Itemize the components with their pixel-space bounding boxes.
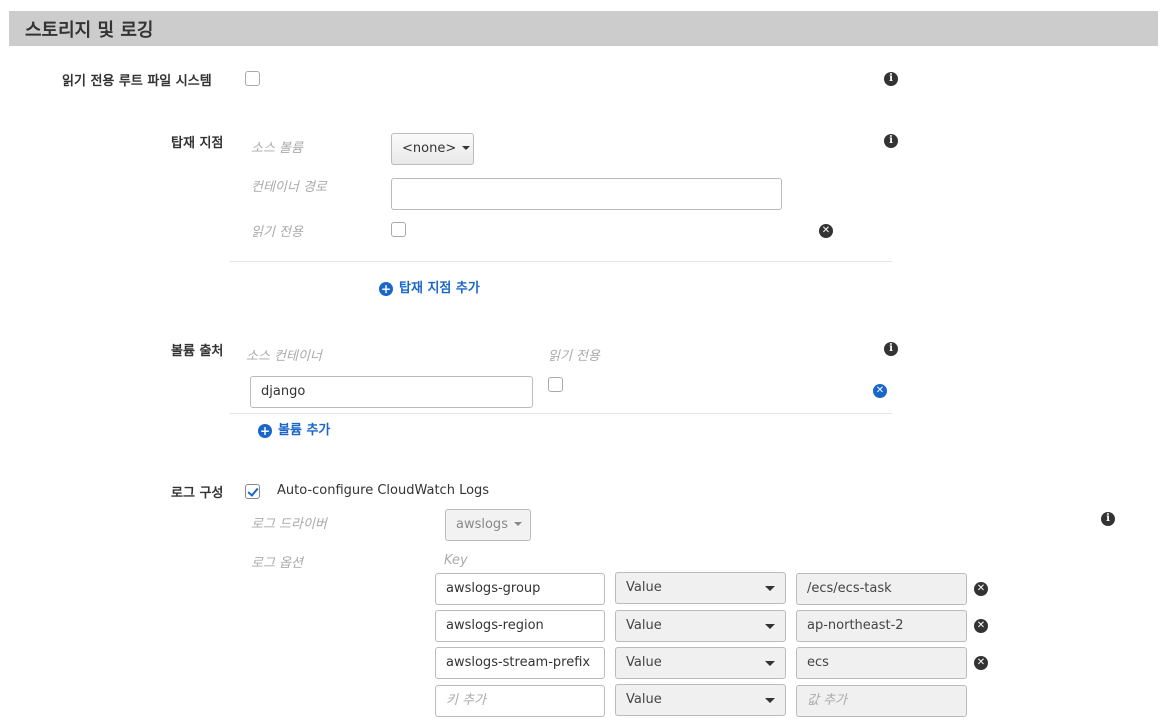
new-log-option-value-input[interactable]: 값 추가 (796, 685, 967, 717)
log-option-value-input[interactable]: ap-northeast-2 (796, 610, 967, 642)
add-icon: + (379, 282, 393, 296)
info-icon[interactable]: i (884, 342, 898, 356)
key-header: Key (444, 553, 468, 568)
caret-down-icon (462, 146, 471, 150)
volumes-read-only-checkbox[interactable] (548, 377, 563, 392)
info-icon[interactable]: i (884, 72, 898, 86)
add-volume-label: 볼륨 추가 (278, 423, 331, 438)
volumes-read-only-label: 읽기 전용 (548, 349, 600, 364)
add-mount-point-link[interactable]: + 탑재 지점 추가 (379, 277, 480, 296)
readonly-root-checkbox[interactable] (245, 71, 260, 86)
log-option-type-select[interactable]: Value (615, 610, 786, 642)
source-volume-label: 소스 볼륨 (251, 141, 303, 156)
mount-points-label: 탑재 지점 (171, 136, 224, 151)
log-option-type-value: Value (626, 618, 662, 633)
log-option-key-input[interactable]: awslogs-group (435, 573, 605, 605)
new-log-option-key-input[interactable]: 키 추가 (435, 685, 605, 717)
auto-configure-checkbox[interactable] (245, 484, 260, 499)
new-log-option-type-value: Value (626, 692, 662, 707)
container-path-input[interactable] (391, 178, 782, 210)
remove-icon[interactable]: ✕ (974, 619, 988, 633)
remove-icon[interactable]: ✕ (819, 224, 833, 238)
log-driver-dropdown[interactable]: awslogs (445, 509, 531, 541)
log-option-key-input[interactable]: awslogs-stream-prefix (435, 647, 605, 679)
caret-down-icon (765, 698, 775, 703)
section-title: 스토리지 및 로깅 (25, 20, 154, 41)
mount-read-only-checkbox[interactable] (391, 222, 406, 237)
mount-read-only-label: 읽기 전용 (251, 225, 303, 240)
source-volume-value: <none> (402, 141, 457, 156)
source-volume-dropdown[interactable]: <none> (391, 133, 474, 165)
log-option-key-input[interactable]: awslogs-region (435, 610, 605, 642)
container-path-label: 컨테이너 경로 (251, 180, 327, 195)
log-option-value-input[interactable]: ecs (796, 647, 967, 679)
add-icon: + (258, 424, 272, 438)
log-options-label: 로그 옵션 (251, 556, 303, 571)
log-driver-value: awslogs (456, 517, 508, 532)
add-mount-point-label: 탑재 지점 추가 (399, 281, 480, 296)
section-header: 스토리지 및 로깅 (9, 11, 1158, 46)
info-icon[interactable]: i (884, 134, 898, 148)
remove-icon[interactable]: ✕ (873, 384, 887, 398)
divider (230, 413, 892, 414)
info-icon[interactable]: i (1101, 512, 1115, 526)
log-option-type-select[interactable]: Value (615, 647, 786, 679)
caret-down-icon (513, 522, 522, 526)
caret-down-icon (765, 661, 775, 666)
log-option-type-value: Value (626, 580, 662, 595)
log-option-value-input[interactable]: /ecs/ecs-task (796, 573, 967, 605)
remove-icon[interactable]: ✕ (974, 582, 988, 596)
remove-icon[interactable]: ✕ (974, 656, 988, 670)
auto-configure-label: Auto-configure CloudWatch Logs (277, 483, 490, 498)
volumes-from-label: 볼륨 출처 (171, 344, 224, 359)
add-volume-link[interactable]: + 볼륨 추가 (258, 419, 330, 438)
readonly-root-label: 읽기 전용 루트 파일 시스템 (62, 74, 212, 89)
divider (230, 261, 892, 262)
log-option-type-value: Value (626, 655, 662, 670)
caret-down-icon (765, 624, 775, 629)
log-driver-label: 로그 드라이버 (251, 517, 327, 532)
source-container-label: 소스 컨테이너 (246, 349, 322, 364)
source-container-input[interactable]: django (250, 376, 533, 408)
caret-down-icon (765, 586, 775, 591)
log-config-label: 로그 구성 (171, 486, 224, 501)
new-log-option-type-select[interactable]: Value (615, 684, 786, 716)
log-option-type-select[interactable]: Value (615, 572, 786, 604)
